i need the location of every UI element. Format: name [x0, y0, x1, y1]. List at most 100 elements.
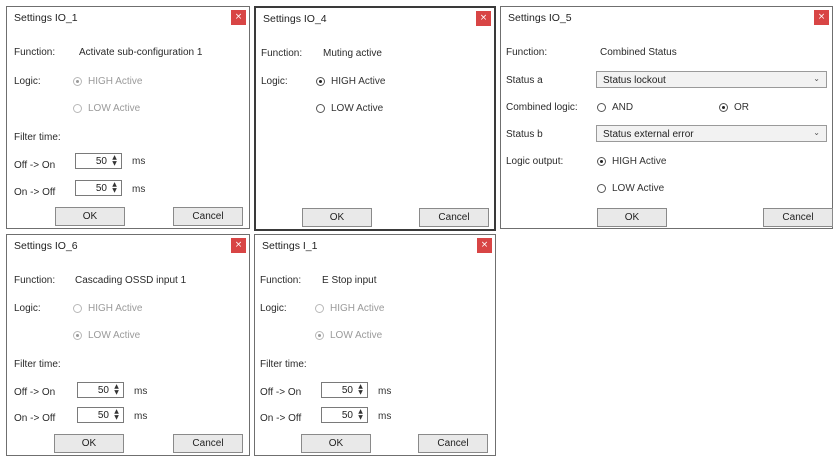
- off-on-stepper[interactable]: 50 ▲ ▼: [77, 382, 124, 398]
- on-off-unit: ms: [134, 411, 148, 422]
- cancel-button[interactable]: Cancel: [418, 434, 488, 453]
- function-label: Function:: [14, 47, 56, 58]
- close-icon[interactable]: ×: [476, 11, 491, 26]
- off-on-label: Off -> On: [260, 387, 302, 398]
- on-off-value: 50: [97, 410, 109, 421]
- radio-high-active: HIGH Active: [73, 303, 142, 314]
- radio-low-active: LOW Active: [315, 330, 382, 341]
- dialog-settings-io5: Settings IO_5 × Function: Combined Statu…: [500, 6, 833, 229]
- close-icon[interactable]: ×: [231, 10, 246, 25]
- combined-logic-label: Combined logic:: [506, 102, 578, 113]
- spin-arrows-icon[interactable]: ▲ ▼: [109, 182, 120, 194]
- off-on-value: 50: [341, 385, 353, 396]
- title-bar[interactable]: Settings IO_6 ×: [7, 235, 249, 257]
- status-a-value: Status lockout: [603, 75, 666, 86]
- chevron-down-icon: ⌄: [813, 74, 820, 83]
- cancel-button[interactable]: Cancel: [763, 208, 833, 227]
- logic-label: Logic:: [261, 76, 288, 87]
- logic-label: Logic:: [14, 303, 41, 314]
- chevron-down-icon: ⌄: [813, 128, 820, 137]
- status-b-select[interactable]: Status external error ⌄: [596, 125, 827, 142]
- spin-arrows-icon[interactable]: ▲ ▼: [355, 384, 366, 396]
- on-off-stepper[interactable]: 50 ▲ ▼: [75, 180, 122, 196]
- ok-button[interactable]: OK: [55, 207, 125, 226]
- dialog-title: Settings IO_6: [14, 240, 78, 252]
- off-on-unit: ms: [134, 386, 148, 397]
- on-off-label: On -> Off: [260, 413, 302, 424]
- dialog-settings-i1: Settings I_1 × Function: E Stop input Lo…: [254, 234, 496, 456]
- close-icon[interactable]: ×: [814, 10, 829, 25]
- title-bar[interactable]: Settings I_1 ×: [255, 235, 495, 257]
- radio-selected-icon: [315, 331, 324, 340]
- status-a-label: Status a: [506, 75, 543, 86]
- function-value: Cascading OSSD input 1: [75, 275, 187, 286]
- ok-button[interactable]: OK: [302, 208, 372, 227]
- off-on-stepper[interactable]: 50 ▲ ▼: [321, 382, 368, 398]
- title-bar[interactable]: Settings IO_1 ×: [7, 7, 249, 29]
- on-off-unit: ms: [132, 184, 146, 195]
- spin-arrows-icon[interactable]: ▲ ▼: [111, 409, 122, 421]
- spin-arrows-icon[interactable]: ▲ ▼: [355, 409, 366, 421]
- ok-button[interactable]: OK: [597, 208, 667, 227]
- radio-and[interactable]: AND: [597, 102, 633, 113]
- radio-high-active[interactable]: HIGH Active: [316, 76, 385, 87]
- radio-empty-icon: [73, 104, 82, 113]
- radio-or[interactable]: OR: [719, 102, 749, 113]
- ok-button[interactable]: OK: [301, 434, 371, 453]
- radio-empty-icon: [316, 104, 325, 113]
- function-value: E Stop input: [322, 275, 377, 286]
- function-value: Combined Status: [600, 47, 677, 58]
- dialog-settings-io6: Settings IO_6 × Function: Cascading OSSD…: [6, 234, 250, 456]
- function-label: Function:: [506, 47, 548, 58]
- cancel-button[interactable]: Cancel: [173, 207, 243, 226]
- radio-selected-icon: [719, 103, 728, 112]
- function-value: Activate sub-configuration 1: [79, 47, 203, 58]
- radio-selected-icon: [73, 77, 82, 86]
- spin-arrows-icon[interactable]: ▲ ▼: [111, 384, 122, 396]
- logic-output-label: Logic output:: [506, 156, 564, 167]
- on-off-value: 50: [341, 410, 353, 421]
- logic-label: Logic:: [260, 303, 287, 314]
- dialog-settings-io4: Settings IO_4 × Function: Muting active …: [254, 6, 496, 231]
- function-value: Muting active: [323, 48, 382, 59]
- dialog-title: Settings IO_1: [14, 12, 78, 24]
- off-on-label: Off -> On: [14, 160, 56, 171]
- cancel-button[interactable]: Cancel: [419, 208, 489, 227]
- radio-low-active[interactable]: LOW Active: [316, 103, 383, 114]
- radio-low-active[interactable]: LOW Active: [597, 183, 664, 194]
- filter-time-label: Filter time:: [260, 359, 307, 370]
- off-on-value: 50: [97, 385, 109, 396]
- radio-selected-icon: [73, 331, 82, 340]
- function-label: Function:: [14, 275, 56, 286]
- title-bar[interactable]: Settings IO_5 ×: [501, 7, 832, 29]
- filter-time-label: Filter time:: [14, 132, 61, 143]
- status-a-select[interactable]: Status lockout ⌄: [596, 71, 827, 88]
- spin-arrows-icon[interactable]: ▲ ▼: [109, 155, 120, 167]
- on-off-stepper[interactable]: 50 ▲ ▼: [321, 407, 368, 423]
- radio-high-active[interactable]: HIGH Active: [597, 156, 666, 167]
- title-bar[interactable]: Settings IO_4 ×: [256, 8, 494, 30]
- radio-high-active: HIGH Active: [73, 76, 142, 87]
- off-on-stepper[interactable]: 50 ▲ ▼: [75, 153, 122, 169]
- radio-selected-icon: [316, 77, 325, 86]
- dialog-title: Settings IO_5: [508, 12, 572, 24]
- on-off-label: On -> Off: [14, 187, 56, 198]
- close-icon[interactable]: ×: [477, 238, 492, 253]
- on-off-value: 50: [95, 183, 107, 194]
- on-off-stepper[interactable]: 50 ▲ ▼: [77, 407, 124, 423]
- dialog-title: Settings I_1: [262, 240, 318, 252]
- cancel-button[interactable]: Cancel: [173, 434, 243, 453]
- off-on-label: Off -> On: [14, 387, 56, 398]
- radio-empty-icon: [597, 184, 606, 193]
- ok-button[interactable]: OK: [54, 434, 124, 453]
- close-icon[interactable]: ×: [231, 238, 246, 253]
- status-b-value: Status external error: [603, 129, 694, 140]
- radio-empty-icon: [597, 103, 606, 112]
- filter-time-label: Filter time:: [14, 359, 61, 370]
- on-off-label: On -> Off: [14, 413, 56, 424]
- off-on-unit: ms: [132, 156, 146, 167]
- radio-low-active: LOW Active: [73, 330, 140, 341]
- function-label: Function:: [260, 275, 302, 286]
- dialog-title: Settings IO_4: [263, 13, 327, 25]
- status-b-label: Status b: [506, 129, 543, 140]
